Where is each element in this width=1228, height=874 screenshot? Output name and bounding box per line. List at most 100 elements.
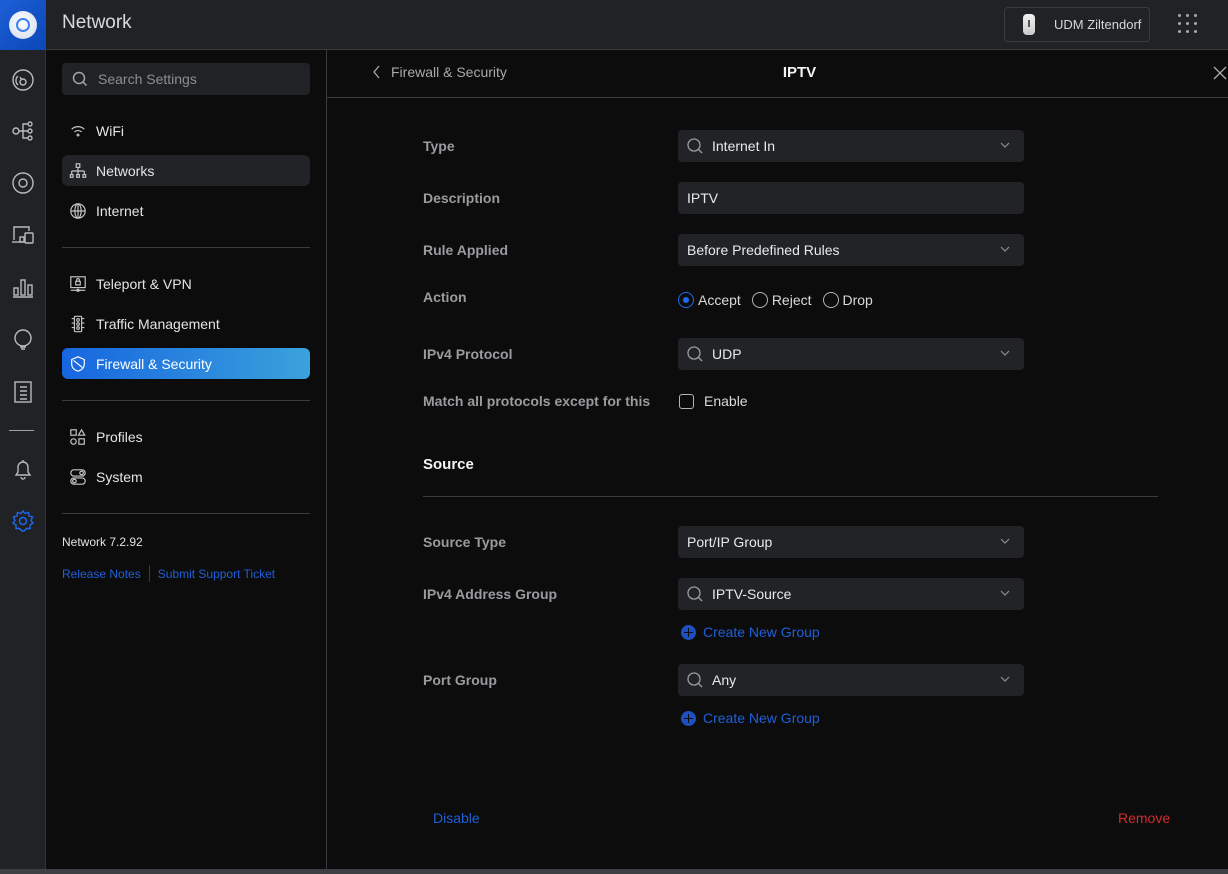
top-bar: Network UDM Ziltendorf (0, 0, 1228, 50)
search-input[interactable] (98, 71, 298, 87)
port-group-select[interactable]: Any (678, 664, 1024, 696)
rail-client-devices[interactable] (8, 220, 38, 250)
port-group-label: Port Group (423, 672, 497, 688)
radio-unchecked-icon (751, 292, 768, 308)
chevron-down-icon (1000, 538, 1010, 544)
sidebar-item-label: System (96, 468, 143, 485)
disable-button[interactable]: Disable (433, 810, 480, 826)
panel-title: IPTV (782, 64, 817, 81)
shapes-icon (70, 428, 86, 445)
network-tree-icon (69, 162, 87, 178)
type-select[interactable]: Internet In (678, 130, 1024, 162)
ipv4-address-group-label: IPv4 Address Group (423, 586, 558, 602)
chevron-down-icon (1000, 676, 1010, 682)
rail-unifi-devices[interactable] (8, 168, 38, 198)
create-port-group-link[interactable]: Create New Group (681, 710, 820, 726)
source-type-label: Source Type (423, 534, 506, 550)
sidebar-item-label: Traffic Management (96, 315, 220, 332)
radio-unchecked-icon (822, 292, 839, 308)
sidebar-item-label: Firewall & Security (96, 355, 212, 372)
search-icon (687, 586, 703, 602)
action-radio-group: Accept Reject Drop (678, 292, 884, 308)
bell-icon (14, 460, 32, 480)
apps-grid-icon[interactable] (1178, 14, 1198, 34)
app-rail (0, 50, 46, 874)
action-label: Action (423, 289, 467, 305)
sidebar-item-system[interactable]: System (62, 461, 310, 492)
settings-sidebar: WiFi Networks Internet Teleport & VPN Tr… (46, 50, 327, 870)
sidebar-item-profiles[interactable]: Profiles (62, 421, 310, 452)
sidebar-item-firewall-security[interactable]: Firewall & Security (62, 348, 310, 379)
ipv4-address-group-select[interactable]: IPTV-Source (678, 578, 1024, 610)
sidebar-divider (62, 247, 310, 248)
lightbulb-icon (14, 329, 32, 350)
action-radio-accept[interactable]: Accept (678, 292, 741, 308)
sidebar-item-teleport-vpn[interactable]: Teleport & VPN (62, 268, 310, 299)
rail-alerts[interactable] (8, 454, 38, 484)
rail-insights[interactable] (8, 325, 38, 355)
search-settings[interactable] (62, 63, 310, 95)
ubiquiti-logo-icon[interactable] (0, 0, 46, 50)
client-devices-icon (12, 226, 34, 244)
plus-circle-icon (681, 710, 696, 726)
support-ticket-link[interactable]: Submit Support Ticket (158, 567, 275, 581)
checkbox-label: Enable (704, 393, 748, 409)
plus-circle-icon (681, 624, 696, 640)
notebook-icon (14, 381, 32, 403)
rail-divider (9, 430, 34, 431)
globe-icon (70, 202, 86, 219)
source-section-title: Source (423, 456, 474, 473)
ipv4-protocol-label: IPv4 Protocol (423, 346, 513, 362)
link-separator (148, 565, 150, 582)
app-root: Network UDM Ziltendorf Search Settings W… (0, 0, 1228, 874)
match-all-label: Match all protocols except for this (423, 393, 651, 409)
ipv4-address-group-value: IPTV-Source (712, 586, 792, 602)
rail-topology[interactable] (8, 116, 38, 146)
console-device-icon (1023, 14, 1035, 35)
device-disc-icon (12, 172, 34, 194)
close-button[interactable] (1213, 66, 1227, 80)
system-toggle-icon (70, 468, 86, 485)
chevron-down-icon (1000, 590, 1010, 596)
sidebar-divider (62, 400, 310, 401)
rule-applied-select[interactable]: Before Predefined Rules (678, 234, 1024, 266)
shield-icon (71, 355, 85, 372)
type-label: Type (423, 138, 455, 154)
remove-button[interactable]: Remove (1118, 810, 1170, 826)
release-notes-link[interactable]: Release Notes (62, 567, 141, 581)
action-radio-drop[interactable]: Drop (822, 292, 873, 308)
panel-header: Firewall & Security IPTV (327, 50, 1228, 98)
chevron-down-icon (1000, 350, 1010, 356)
radio-checked-icon (678, 292, 694, 308)
create-address-group-link[interactable]: Create New Group (681, 624, 820, 640)
rule-applied-value: Before Predefined Rules (687, 242, 840, 258)
search-icon (687, 672, 703, 688)
rail-settings[interactable] (8, 506, 38, 536)
chevron-down-icon (1000, 142, 1010, 148)
rail-dashboard[interactable] (8, 65, 38, 95)
bar-chart-icon (13, 279, 33, 298)
sidebar-item-networks[interactable]: Networks (62, 155, 310, 186)
rail-system-log[interactable] (8, 377, 38, 407)
device-name: UDM Ziltendorf (1054, 17, 1142, 32)
description-input[interactable]: IPTV (678, 182, 1024, 214)
sidebar-item-internet[interactable]: Internet (62, 195, 310, 226)
type-value: Internet In (712, 138, 776, 154)
sidebar-links: Release Notes Submit Support Ticket (62, 565, 275, 582)
topology-icon (12, 121, 33, 141)
rail-statistics[interactable] (8, 272, 38, 302)
description-value: IPTV (687, 190, 719, 206)
checkbox-unchecked-icon (679, 393, 694, 409)
ipv4-protocol-select[interactable]: UDP (678, 338, 1024, 370)
wifi-icon (71, 125, 85, 137)
sidebar-item-wifi[interactable]: WiFi (62, 115, 310, 146)
description-label: Description (423, 190, 501, 206)
app-title: Network (62, 12, 132, 33)
sidebar-item-label: WiFi (96, 122, 124, 139)
action-radio-reject[interactable]: Reject (751, 292, 812, 308)
search-icon (687, 138, 703, 154)
device-selector-button[interactable]: UDM Ziltendorf (1004, 7, 1150, 42)
sidebar-item-traffic-management[interactable]: Traffic Management (62, 308, 310, 339)
source-type-select[interactable]: Port/IP Group (678, 526, 1024, 558)
match-all-checkbox[interactable]: Enable (679, 393, 748, 409)
